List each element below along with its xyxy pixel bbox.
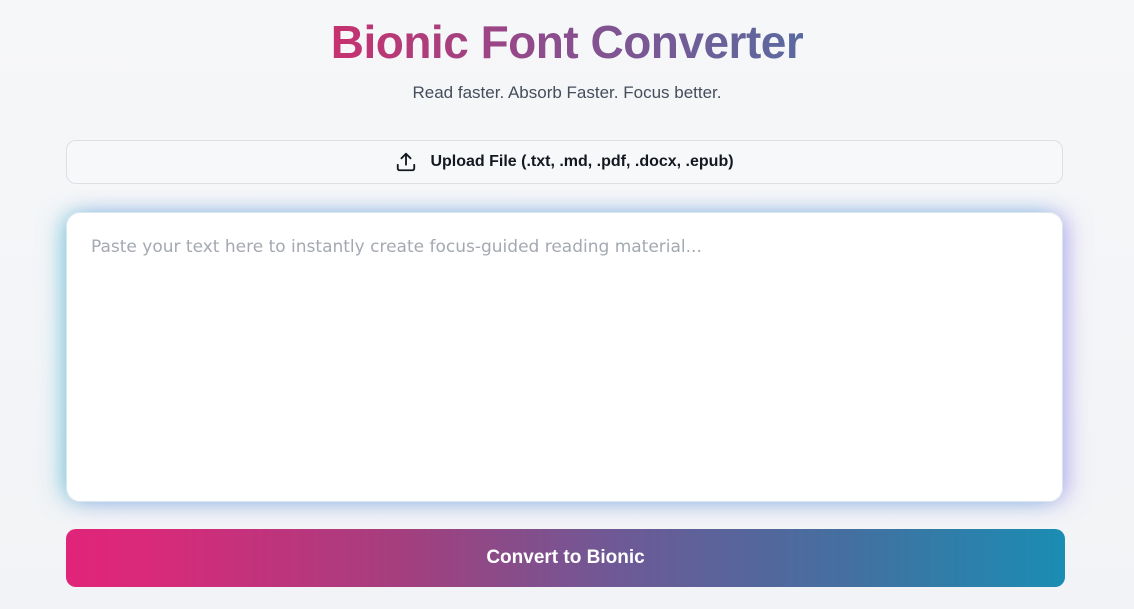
page-title: Bionic Font Converter <box>0 14 1134 70</box>
upload-icon <box>395 151 417 173</box>
page-title-text: Bionic Font Converter <box>330 16 804 68</box>
page-subtitle: Read faster. Absorb Faster. Focus better… <box>412 83 722 102</box>
text-input[interactable] <box>66 212 1063 502</box>
bionic-converter-page: Bionic Font Converter Read faster. Absor… <box>0 0 1134 609</box>
upload-file-button[interactable]: Upload File (.txt, .md, .pdf, .docx, .ep… <box>66 140 1063 184</box>
upload-file-label: Upload File (.txt, .md, .pdf, .docx, .ep… <box>430 153 734 170</box>
text-input-container <box>66 212 1063 502</box>
convert-to-bionic-button[interactable]: Convert to Bionic <box>66 529 1065 587</box>
